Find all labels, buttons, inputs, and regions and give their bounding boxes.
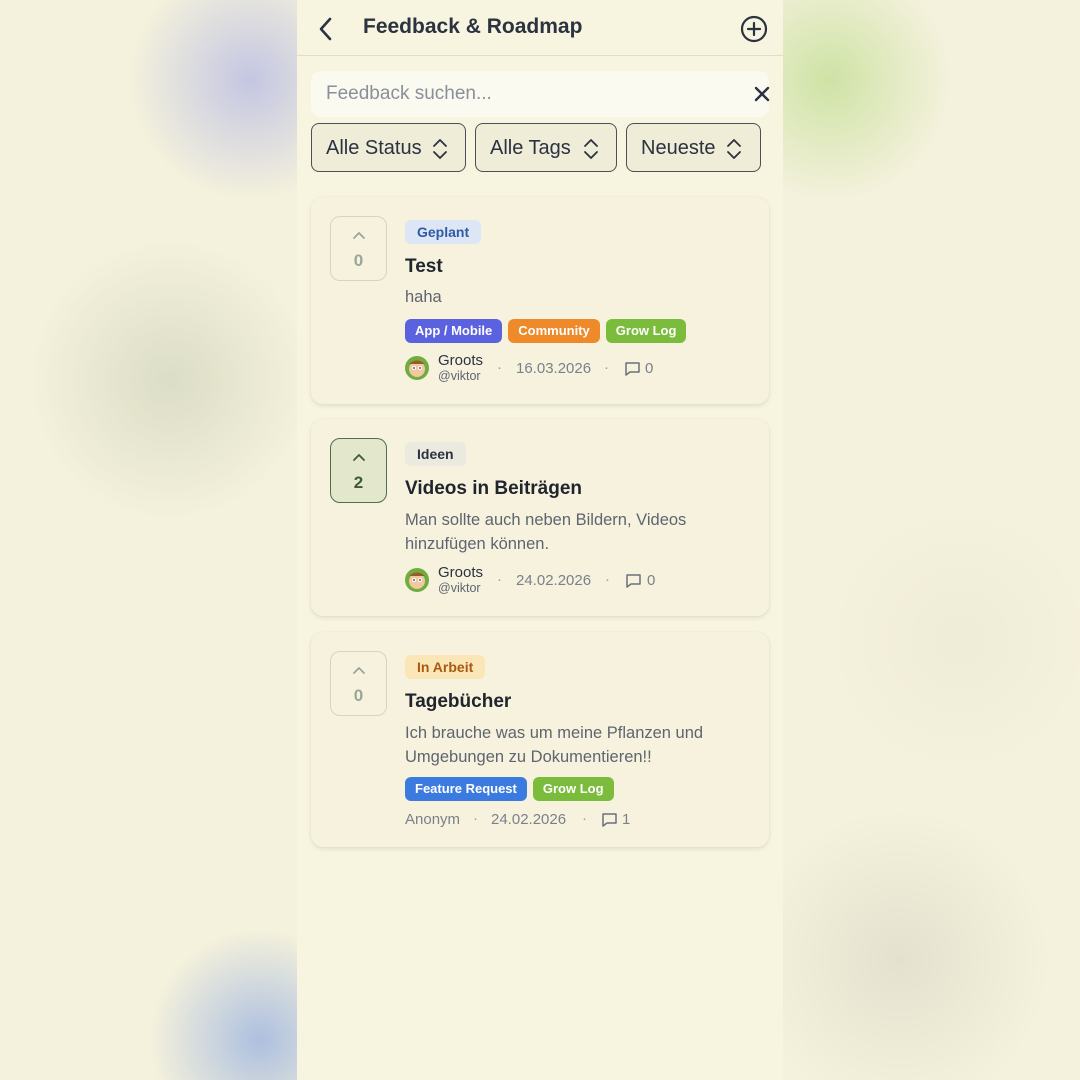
separator-dot: · <box>497 571 502 588</box>
sort-value: Neueste <box>641 137 716 159</box>
feedback-card[interactable]: 2 Ideen Videos in Beiträgen Man sollte a… <box>311 419 769 616</box>
status-badge: Geplant <box>405 220 482 244</box>
separator-dot: · <box>582 810 587 827</box>
vote-count: 0 <box>353 251 364 270</box>
feedback-description: Man sollte auch neben Bildern, Videos hi… <box>405 511 687 553</box>
vote-count: 0 <box>353 686 364 705</box>
tag-chip[interactable]: Feature Request <box>405 777 527 801</box>
vote-count: 2 <box>353 473 364 492</box>
feedback-title: Videos in Beiträgen <box>405 478 583 499</box>
tag-list: Feature Request Grow Log <box>405 777 614 801</box>
comment-count: 1 <box>622 811 631 828</box>
feedback-description: Ich brauche was um meine Pflanzen und Um… <box>405 724 704 766</box>
chevron-up-icon <box>353 667 365 674</box>
chevron-left-icon <box>319 17 332 41</box>
page-title: Feedback & Roadmap <box>363 15 583 38</box>
author-handle: @viktor <box>438 581 481 595</box>
sort-select[interactable]: Neueste <box>626 123 761 172</box>
author-handle: @viktor <box>438 369 481 383</box>
feedback-title: Test <box>405 256 443 277</box>
post-date: 16.03.2026 <box>516 360 592 377</box>
tag-chip[interactable]: Grow Log <box>532 777 614 801</box>
chevron-up-down-icon <box>727 139 741 159</box>
avatar <box>405 568 429 592</box>
feedback-description: haha <box>405 288 442 306</box>
author-name: Groots <box>438 564 484 581</box>
clear-search-button[interactable] <box>751 83 773 105</box>
comment-icon <box>626 574 641 588</box>
back-button[interactable] <box>311 14 341 44</box>
chevron-up-down-icon <box>584 139 598 159</box>
upvote-button[interactable]: 0 <box>330 216 387 281</box>
top-bar: Feedback & Roadmap <box>297 0 783 56</box>
post-meta: Groots @viktor · 16.03.2026 · 0 <box>405 352 745 383</box>
comment-count: 0 <box>645 360 654 377</box>
separator-dot: · <box>473 810 478 827</box>
chevron-up-icon <box>353 454 365 461</box>
status-badge: In Arbeit <box>405 655 486 679</box>
status-badge: Ideen <box>405 442 466 466</box>
app-screen: Feedback & Roadmap Alle Status Alle Tags… <box>297 0 783 1080</box>
separator-dot: · <box>604 359 609 376</box>
comment-count: 0 <box>647 572 656 589</box>
tags-filter-value: Alle Tags <box>490 137 571 159</box>
feedback-card[interactable]: 0 In Arbeit Tagebücher Ich brauche was u… <box>311 632 769 847</box>
author-name: Anonym <box>405 811 461 828</box>
plus-circle-icon <box>740 15 768 43</box>
tag-chip[interactable]: App / Mobile <box>405 319 503 343</box>
feedback-title: Tagebücher <box>405 691 512 712</box>
comment-icon <box>625 362 640 376</box>
tags-filter-select[interactable]: Alle Tags <box>475 123 617 172</box>
tag-list: App / Mobile Community Grow Log <box>405 319 687 343</box>
feedback-card[interactable]: 0 Geplant Test haha App / Mobile Communi… <box>311 197 769 404</box>
upvote-button[interactable]: 0 <box>330 651 387 716</box>
post-meta: Groots @viktor · 24.02.2026 · 0 <box>405 564 745 595</box>
search-input[interactable] <box>311 71 731 117</box>
chevron-up-icon <box>353 232 365 239</box>
comment-icon <box>602 813 617 827</box>
search-bar <box>311 71 770 117</box>
upvote-button[interactable]: 2 <box>330 438 387 503</box>
status-filter-select[interactable]: Alle Status <box>311 123 466 172</box>
status-filter-value: Alle Status <box>326 137 422 159</box>
chevron-up-down-icon <box>433 139 447 159</box>
close-icon <box>754 86 770 102</box>
avatar <box>405 356 429 380</box>
tag-chip[interactable]: Grow Log <box>605 319 687 343</box>
post-meta: Anonym · 24.02.2026 · 1 <box>405 805 745 833</box>
separator-dot: · <box>497 359 502 376</box>
post-date: 24.02.2026 <box>491 811 567 828</box>
author-name: Groots <box>438 352 484 369</box>
post-date: 24.02.2026 <box>516 572 592 589</box>
add-feedback-button[interactable] <box>739 14 769 44</box>
tag-chip[interactable]: Community <box>508 319 600 343</box>
separator-dot: · <box>605 571 610 588</box>
